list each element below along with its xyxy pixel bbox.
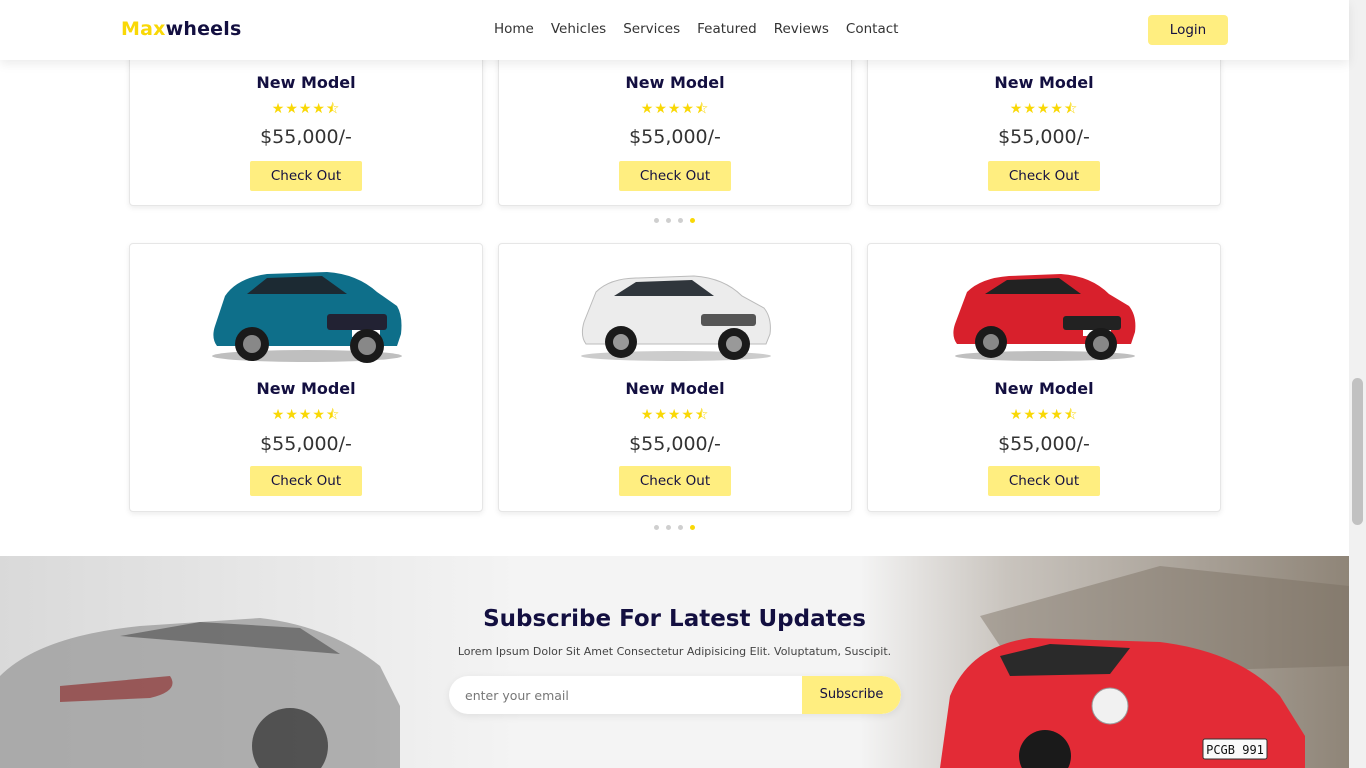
nav-featured[interactable]: Featured <box>697 21 757 37</box>
subscribe-button[interactable]: Subscribe <box>802 676 901 714</box>
scrollbar-thumb[interactable] <box>1352 378 1363 525</box>
star-rating-icon: ★★★★⯪ <box>271 407 341 423</box>
check-out-button[interactable]: Check Out <box>619 466 731 496</box>
pagination-dot[interactable] <box>654 525 659 530</box>
card-title: New Model <box>994 379 1094 398</box>
newsletter-description: Lorem Ipsum Dolor Sit Amet Consectetur A… <box>457 645 892 658</box>
pagination-dot-active[interactable] <box>690 525 695 530</box>
card-price: $55,000/- <box>260 126 352 148</box>
pagination-dot[interactable] <box>666 218 671 223</box>
check-out-button[interactable]: Check Out <box>250 466 362 496</box>
nav-contact[interactable]: Contact <box>846 21 899 37</box>
card-price: $55,000/- <box>629 126 721 148</box>
star-rating-icon: ★★★★⯪ <box>1009 101 1079 117</box>
subscribe-form: Subscribe <box>449 676 901 714</box>
nav-home[interactable]: Home <box>494 21 534 37</box>
pagination-dot[interactable] <box>654 218 659 223</box>
card-title: New Model <box>625 379 725 398</box>
nav-services[interactable]: Services <box>623 21 680 37</box>
pagination-dot[interactable] <box>678 218 683 223</box>
slider-pagination <box>654 218 695 223</box>
vehicle-card: New Model ★★★★⯪ $55,000/- Check Out <box>498 243 852 512</box>
card-price: $55,000/- <box>629 433 721 455</box>
car-image <box>953 274 1136 361</box>
star-rating-icon: ★★★★⯪ <box>271 101 341 117</box>
background-car-right-image: PCGB 991 <box>860 556 1349 768</box>
check-out-button[interactable]: Check Out <box>250 161 362 191</box>
card-price: $55,000/- <box>260 433 352 455</box>
star-rating-icon: ★★★★⯪ <box>640 407 710 423</box>
card-title: New Model <box>625 73 725 92</box>
main-nav: Home Vehicles Services Featured Reviews … <box>494 21 915 37</box>
nav-vehicles[interactable]: Vehicles <box>551 21 606 37</box>
check-out-button[interactable]: Check Out <box>619 161 731 191</box>
site-header: Maxwheels Home Vehicles Services Feature… <box>0 0 1349 60</box>
card-title: New Model <box>994 73 1094 92</box>
star-rating-icon: ★★★★⯪ <box>1009 407 1079 423</box>
email-input[interactable] <box>449 676 802 714</box>
pagination-dot-active[interactable] <box>690 218 695 223</box>
nav-reviews[interactable]: Reviews <box>774 21 829 37</box>
license-plate: PCGB 991 <box>1206 743 1264 757</box>
page-scrollbar[interactable] <box>1349 0 1366 768</box>
card-title: New Model <box>256 73 356 92</box>
background-car-left-image <box>0 556 520 768</box>
login-button[interactable]: Login <box>1148 15 1228 45</box>
slider-pagination <box>654 525 695 530</box>
card-title: New Model <box>256 379 356 398</box>
star-rating-icon: ★★★★⯪ <box>640 101 710 117</box>
newsletter-title: Subscribe For Latest Updates <box>483 606 866 632</box>
card-price: $55,000/- <box>998 433 1090 455</box>
car-image <box>212 272 402 363</box>
newsletter-section: PCGB 991 Subscribe For Latest Updates Lo… <box>0 556 1349 768</box>
pagination-dot[interactable] <box>666 525 671 530</box>
car-image <box>581 275 771 361</box>
pagination-dot[interactable] <box>678 525 683 530</box>
check-out-button[interactable]: Check Out <box>988 466 1100 496</box>
vehicle-card: New Model ★★★★⯪ $55,000/- Check Out <box>129 243 483 512</box>
check-out-button[interactable]: Check Out <box>988 161 1100 191</box>
logo[interactable]: Maxwheels <box>121 18 241 40</box>
vehicle-card: New Model ★★★★⯪ $55,000/- Check Out <box>867 243 1221 512</box>
card-price: $55,000/- <box>998 126 1090 148</box>
